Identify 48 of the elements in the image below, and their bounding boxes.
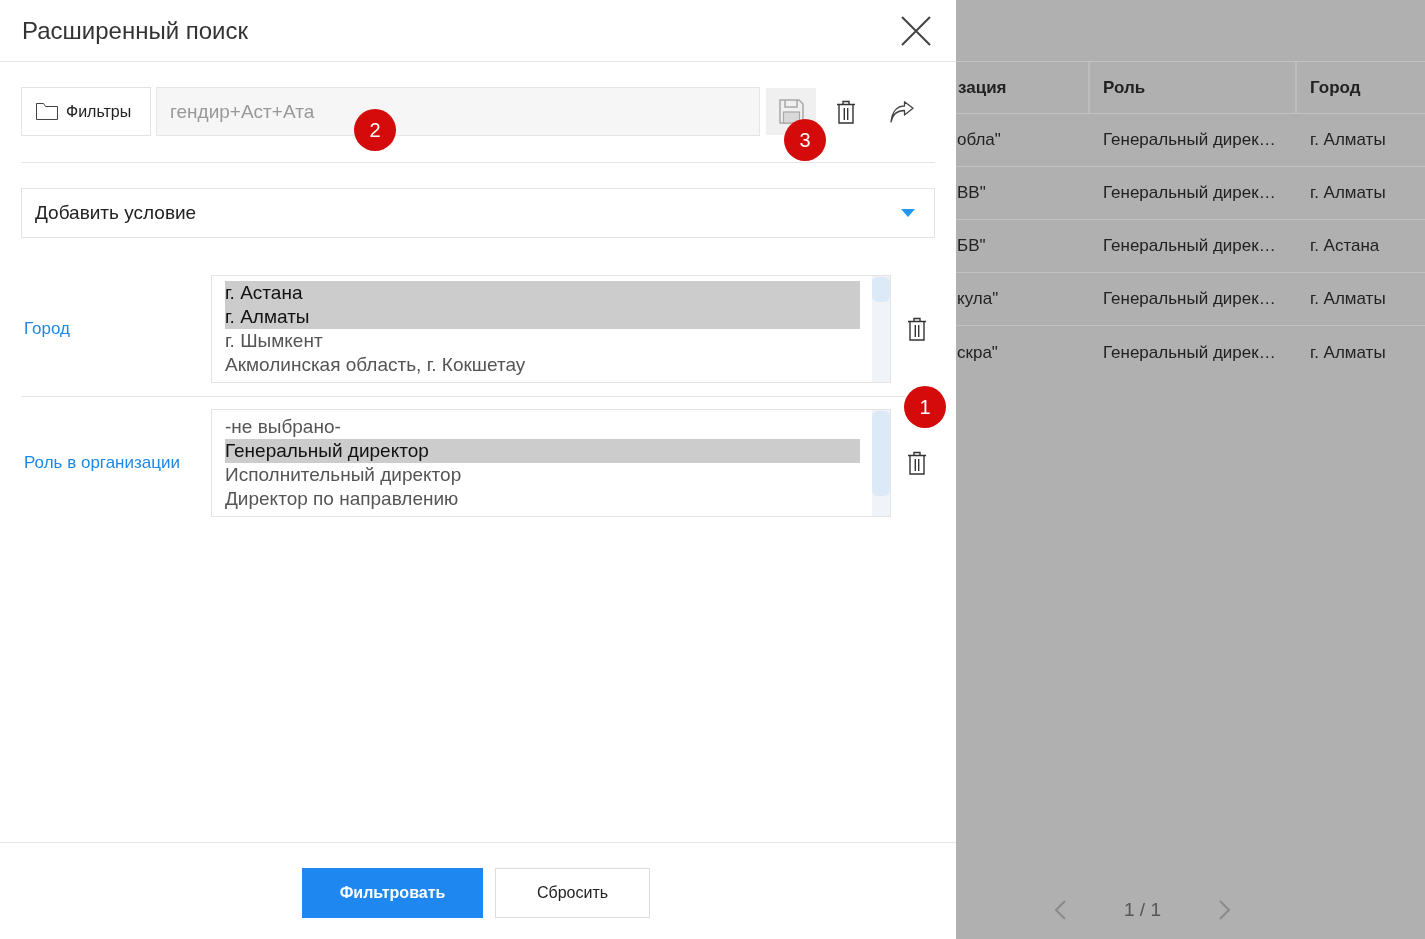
list-option[interactable]: -не выбрано- [225, 415, 860, 439]
column-header: зация [957, 76, 1008, 99]
trash-icon[interactable] [907, 451, 927, 475]
column-header: Город [1295, 62, 1425, 113]
number-badge: 2 [354, 109, 396, 151]
table-cell-text: Генеральный дирек… [1102, 235, 1277, 258]
condition-label: Роль в организации [24, 453, 180, 473]
table-cell-text: г. Астана [1309, 235, 1381, 258]
apply-button[interactable]: Фильтровать [302, 868, 483, 918]
list-option[interactable]: Акмолинская область, г. Кокшетау [225, 353, 860, 377]
table-cell-text: г. Алматы [1309, 129, 1387, 152]
table-cell-text: г. Алматы [1309, 341, 1387, 364]
listbox[interactable]: -не выбрано- Генеральный директор Исполнительный директор Директор по направлению [211, 409, 891, 517]
folder-icon [36, 103, 58, 120]
reset-button[interactable]: Сбросить [495, 868, 650, 918]
number-badge: 3 [784, 119, 826, 161]
table-cell-text: г. Алматы [1309, 182, 1387, 205]
table-cell-text: БВ" [956, 235, 987, 258]
listbox[interactable]: г. Астана г. Алматы г. Шымкент Акмолинская область, г. Кокшетау [211, 275, 891, 383]
column-header: Роль [1088, 62, 1295, 113]
table-cell-text: г. Алматы [1309, 288, 1387, 311]
list-option[interactable]: Директор по направлению [225, 487, 860, 511]
number-badge: 1 [904, 386, 946, 428]
filters-button[interactable]: Фильтры [21, 87, 151, 136]
add-condition-dropdown[interactable]: Добавить условие [21, 188, 935, 238]
page-indicator: 1 / 1 [1124, 897, 1161, 922]
list-option[interactable]: г. Астана [225, 281, 860, 305]
curved-arrow-icon[interactable] [890, 100, 914, 123]
table-cell-text: обла" [956, 129, 1002, 152]
condition-label: Город [24, 319, 70, 339]
table-cell-text: Генеральный дирек… [1102, 129, 1277, 152]
dialog-title: Расширенный поиск [22, 15, 248, 46]
list-option[interactable]: г. Алматы [225, 305, 860, 329]
scrollbar-thumb[interactable] [872, 411, 890, 496]
table-cell-text: ВВ" [956, 182, 987, 205]
list-option[interactable]: Генеральный директор [225, 439, 860, 463]
caret-icon [901, 209, 915, 217]
list-option[interactable]: Исполнительный директор [225, 463, 860, 487]
list-option[interactable]: г. Шымкент [225, 329, 860, 353]
table-cell-text: кула" [956, 288, 1000, 311]
close-icon[interactable] [901, 15, 931, 46]
table-cell-text: скра" [956, 341, 999, 364]
table-cell-text: Генеральный дирек… [1102, 341, 1277, 364]
trash-icon[interactable] [836, 99, 856, 124]
trash-icon[interactable] [907, 317, 927, 341]
table-cell-text: Генеральный дирек… [1102, 288, 1277, 311]
scrollbar-thumb[interactable] [872, 277, 890, 302]
table-cell-text: Генеральный дирек… [1102, 182, 1277, 205]
